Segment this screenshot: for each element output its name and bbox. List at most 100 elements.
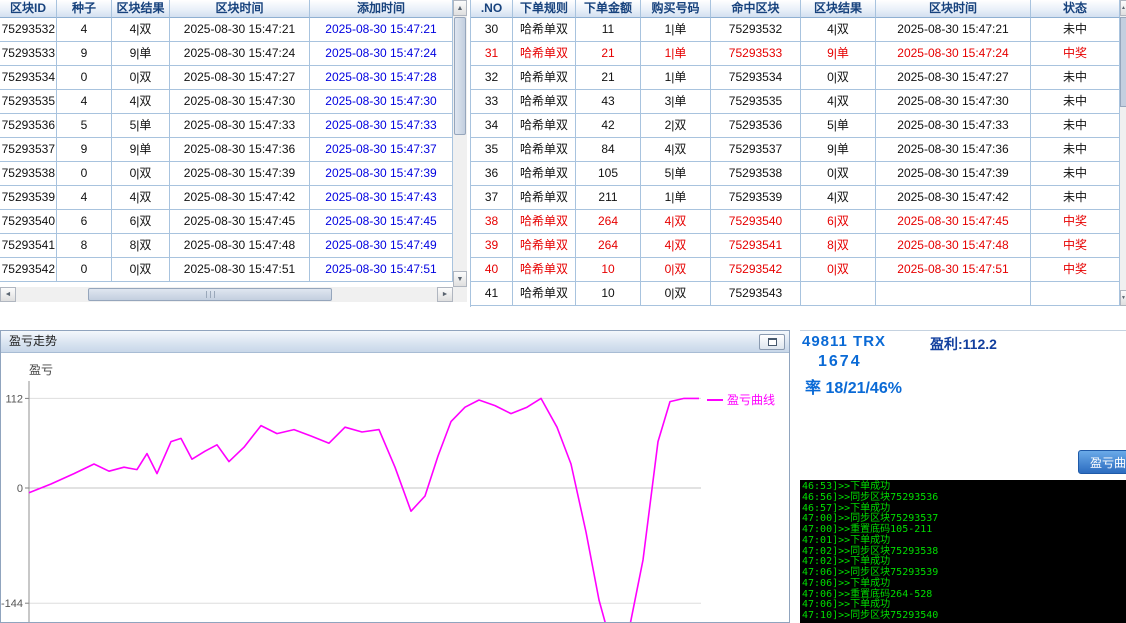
cell-status: 未中 — [1031, 162, 1120, 186]
scroll-down-arrow-icon[interactable]: ▼ — [453, 271, 467, 287]
cell-add-time: 2025-08-30 15:47:37 — [310, 138, 453, 162]
order-row[interactable]: 31哈希单双211|单752935339|单2025-08-30 15:47:2… — [471, 42, 1126, 66]
order-row[interactable]: 40哈希单双100|双752935420|双2025-08-30 15:47:5… — [471, 258, 1126, 282]
order-row[interactable]: 34哈希单双422|双752935365|单2025-08-30 15:47:3… — [471, 114, 1126, 138]
scroll-right-arrow-icon[interactable]: ► — [437, 287, 453, 302]
column-header-block-time[interactable]: 区块时间 — [170, 0, 310, 18]
chart-window-title: 盈亏走势 — [9, 331, 57, 352]
block-row[interactable]: 7529353799|单2025-08-30 15:47:362025-08-3… — [0, 138, 467, 162]
order-row[interactable]: 38哈希单双2644|双752935406|双2025-08-30 15:47:… — [471, 210, 1126, 234]
log-line: 47:01]>>下单成功 — [802, 536, 1126, 547]
cell-seed: 4 — [57, 90, 112, 114]
block-row[interactable]: 7529353655|单2025-08-30 15:47:332025-08-3… — [0, 114, 467, 138]
cell-no: 36 — [471, 162, 513, 186]
block-row[interactable]: 7529354200|双2025-08-30 15:47:512025-08-3… — [0, 258, 467, 282]
cell-no: 37 — [471, 186, 513, 210]
block-row[interactable]: 7529354066|双2025-08-30 15:47:452025-08-3… — [0, 210, 467, 234]
block-row[interactable]: 7529353800|双2025-08-30 15:47:392025-08-3… — [0, 162, 467, 186]
cell-hit-block: 75293534 — [711, 66, 801, 90]
order-row[interactable]: 36哈希单双1055|单752935380|双2025-08-30 15:47:… — [471, 162, 1126, 186]
orders-table-panel: .NO下单规则下单金额购买号码命中区块区块结果区块时间状态 30哈希单双111|… — [470, 0, 1126, 307]
cell-block-id: 75293534 — [0, 66, 57, 90]
cell-block-time: 2025-08-30 15:47:51 — [170, 258, 310, 282]
block-row[interactable]: 7529354188|双2025-08-30 15:47:482025-08-3… — [0, 234, 467, 258]
cell-status: 未中 — [1031, 66, 1120, 90]
cell-block-result: 0|双 — [112, 258, 170, 282]
maximize-icon — [768, 338, 777, 346]
block-row[interactable]: 7529353544|双2025-08-30 15:47:302025-08-3… — [0, 90, 467, 114]
column-header-seed[interactable]: 种子 — [57, 0, 112, 18]
order-row[interactable]: 37哈希单双2111|单752935394|双2025-08-30 15:47:… — [471, 186, 1126, 210]
cell-block-time: 2025-08-30 15:47:39 — [876, 162, 1031, 186]
cell-order-rule: 哈希单双 — [513, 210, 576, 234]
order-row[interactable]: 32哈希单双211|单752935340|双2025-08-30 15:47:2… — [471, 66, 1126, 90]
column-header-block-result[interactable]: 区块结果 — [112, 0, 170, 18]
cell-order-amount: 84 — [576, 138, 641, 162]
order-row[interactable]: 30哈希单双111|单752935324|双2025-08-30 15:47:2… — [471, 18, 1126, 42]
cell-buy-number: 1|单 — [641, 186, 711, 210]
orders-table-vscrollbar[interactable]: ▲ ▼ — [1120, 0, 1126, 306]
cell-order-rule: 哈希单双 — [513, 138, 576, 162]
orders-vscrollbar-thumb[interactable] — [1120, 17, 1126, 107]
cell-block-result: 5|单 — [112, 114, 170, 138]
count-text: 1674 — [818, 353, 862, 371]
cell-add-time: 2025-08-30 15:47:43 — [310, 186, 453, 210]
profit-text: 盈利:112.2 — [930, 334, 997, 354]
cell-block-time: 2025-08-30 15:47:48 — [170, 234, 310, 258]
cell-hit-block: 75293542 — [711, 258, 801, 282]
column-header-status[interactable]: 状态 — [1031, 0, 1120, 18]
cell-status: 中奖 — [1031, 210, 1120, 234]
cell-block-time: 2025-08-30 15:47:45 — [170, 210, 310, 234]
column-header-block-time[interactable]: 区块时间 — [876, 0, 1031, 18]
cell-block-id: 75293540 — [0, 210, 57, 234]
column-header-buy-number[interactable]: 购买号码 — [641, 0, 711, 18]
cell-block-time: 2025-08-30 15:47:42 — [170, 186, 310, 210]
block-row[interactable]: 7529353244|双2025-08-30 15:47:212025-08-3… — [0, 18, 467, 42]
cell-block-result: 0|双 — [801, 162, 876, 186]
profit-curve-button[interactable]: 盈亏曲线 — [1078, 450, 1126, 474]
cell-block-id: 75293539 — [0, 186, 57, 210]
log-console[interactable]: 46:53]>>下单成功46:56]>>同步区块7529353646:57]>>… — [800, 480, 1126, 623]
cell-hit-block: 75293541 — [711, 234, 801, 258]
block-row[interactable]: 7529353400|双2025-08-30 15:47:272025-08-3… — [0, 66, 467, 90]
cell-block-time: 2025-08-30 15:47:39 — [170, 162, 310, 186]
cell-seed: 5 — [57, 114, 112, 138]
cell-block-id: 75293538 — [0, 162, 57, 186]
cell-hit-block: 75293538 — [711, 162, 801, 186]
column-header-block-id[interactable]: 区块ID — [0, 0, 57, 18]
column-header-hit-block[interactable]: 命中区块 — [711, 0, 801, 18]
cell-hit-block: 75293536 — [711, 114, 801, 138]
orders-table-body: 30哈希单双111|单752935324|双2025-08-30 15:47:2… — [471, 18, 1126, 306]
block-row[interactable]: 7529353399|单2025-08-30 15:47:242025-08-3… — [0, 42, 467, 66]
cell-status: 未中 — [1031, 138, 1120, 162]
scrollbar-corner — [453, 287, 467, 302]
order-row[interactable]: 35哈希单双844|双752935379|单2025-08-30 15:47:3… — [471, 138, 1126, 162]
column-header-no[interactable]: .NO — [471, 0, 513, 18]
maximize-button[interactable] — [759, 334, 785, 350]
app-screen: 区块ID种子区块结果区块时间添加时间 7529353244|双2025-08-3… — [0, 0, 1126, 623]
scroll-down-arrow-icon[interactable]: ▼ — [1120, 290, 1126, 306]
cell-block-result: 0|双 — [112, 66, 170, 90]
cell-order-amount: 21 — [576, 42, 641, 66]
cell-status: 未中 — [1031, 114, 1120, 138]
column-header-add-time[interactable]: 添加时间 — [310, 0, 453, 18]
order-row[interactable]: 33哈希单双433|单752935354|双2025-08-30 15:47:3… — [471, 90, 1126, 114]
blocks-table-hscrollbar[interactable]: ◄ ► — [0, 287, 453, 302]
blocks-table-vscrollbar[interactable]: ▲ ▼ — [453, 0, 467, 287]
column-header-block-result[interactable]: 区块结果 — [801, 0, 876, 18]
blocks-hscrollbar-thumb[interactable] — [88, 288, 332, 301]
column-header-order-rule[interactable]: 下单规则 — [513, 0, 576, 18]
column-header-order-amount[interactable]: 下单金额 — [576, 0, 641, 18]
legend-line-swatch — [707, 399, 723, 401]
scroll-up-arrow-icon[interactable]: ▲ — [453, 0, 467, 16]
chart-window-titlebar[interactable]: 盈亏走势 — [1, 331, 789, 353]
scroll-up-arrow-icon[interactable]: ▲ — [1120, 0, 1126, 16]
order-row[interactable]: 39哈希单双2644|双752935418|双2025-08-30 15:47:… — [471, 234, 1126, 258]
y-tick-label: -144 — [1, 598, 23, 610]
order-row[interactable]: 41哈希单双100|双75293543 — [471, 282, 1126, 306]
log-line: 47:06]>>下单成功 — [802, 579, 1126, 590]
blocks-vscrollbar-thumb[interactable] — [454, 17, 466, 135]
scroll-left-arrow-icon[interactable]: ◄ — [0, 287, 16, 302]
block-row[interactable]: 7529353944|双2025-08-30 15:47:422025-08-3… — [0, 186, 467, 210]
cell-buy-number: 0|双 — [641, 282, 711, 306]
